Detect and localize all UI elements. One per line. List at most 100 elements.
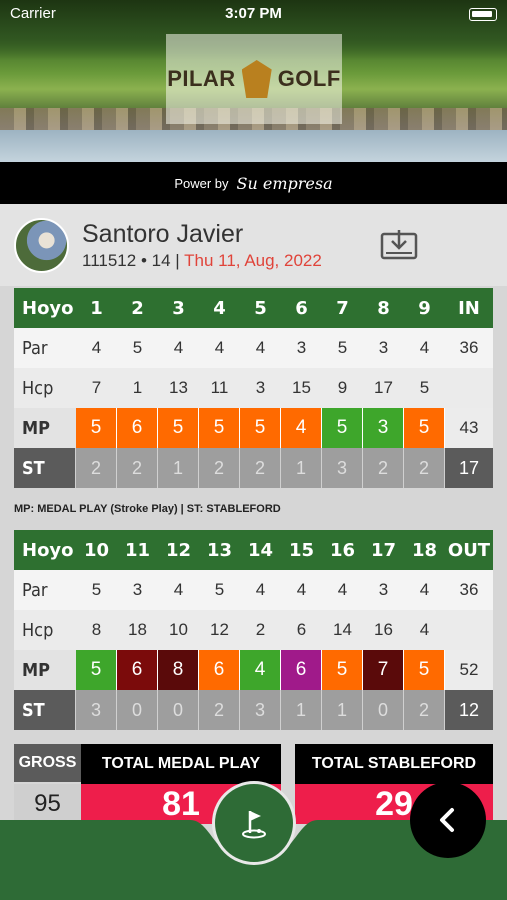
head-hole-cell: 17 bbox=[370, 539, 397, 561]
row-label: Hcp bbox=[22, 377, 54, 399]
total-cell: 36 bbox=[459, 580, 479, 599]
mp-hole-cell: 5 bbox=[76, 650, 117, 690]
player-header: Santoro Javier 111512 • 14 | Thu 11, Aug… bbox=[0, 204, 507, 286]
head-hole-cell: 5 bbox=[254, 297, 267, 319]
mp-hole-cell: 4 bbox=[240, 650, 281, 690]
head-hole-cell: 10 bbox=[83, 539, 110, 561]
par-hole-cell: 3 bbox=[132, 580, 143, 599]
st-hole-cell: 2 bbox=[240, 448, 281, 488]
head-hole-cell: 3 bbox=[172, 297, 185, 319]
total-cell: 17 bbox=[445, 448, 493, 488]
par-hole-cell: 4 bbox=[296, 580, 307, 599]
hcp-hole-cell: 12 bbox=[210, 620, 229, 639]
hcp-hole-cell: 13 bbox=[169, 378, 188, 397]
par-hole-cell: 4 bbox=[419, 338, 430, 357]
hcp-hole-cell: 16 bbox=[374, 620, 393, 639]
avatar bbox=[14, 218, 69, 273]
total-cell: 43 bbox=[445, 408, 493, 448]
total-stableford-label: TOTAL STABLEFORD bbox=[295, 744, 493, 784]
par-row: Par 5 3 4 5 4 4 4 3 4 36 bbox=[14, 570, 493, 610]
total-cell bbox=[445, 610, 493, 650]
st-hole-cell: 3 bbox=[240, 690, 281, 730]
mp-hole-cell: 7 bbox=[363, 650, 404, 690]
par-hole-cell: 3 bbox=[378, 580, 389, 599]
head-hole-cell: 13 bbox=[206, 539, 233, 561]
head-hole-cell: 1 bbox=[90, 297, 103, 319]
par-hole-cell: 3 bbox=[296, 338, 307, 357]
battery-icon bbox=[469, 8, 497, 21]
par-hole-cell: 5 bbox=[132, 338, 143, 357]
par-row: Par 4 5 4 4 4 3 5 3 4 36 bbox=[14, 328, 493, 368]
total-cell: 52 bbox=[445, 650, 493, 690]
par-hole-cell: 4 bbox=[91, 338, 102, 357]
hcp-hole-cell: 5 bbox=[419, 378, 430, 397]
st-hole-cell: 1 bbox=[281, 448, 322, 488]
hcp-hole-cell: 8 bbox=[91, 620, 102, 639]
mp-hole-cell: 5 bbox=[322, 650, 363, 690]
par-hole-cell: 4 bbox=[214, 338, 225, 357]
row-label: MP bbox=[22, 659, 50, 681]
mp-hole-cell: 8 bbox=[158, 650, 199, 690]
lion-emblem-icon bbox=[241, 60, 272, 98]
head-hole-cell: 12 bbox=[165, 539, 192, 561]
golf-course-button[interactable] bbox=[212, 781, 296, 865]
player-name: Santoro Javier bbox=[82, 220, 244, 248]
hcp-hole-cell: 18 bbox=[128, 620, 147, 639]
par-hole-cell: 5 bbox=[91, 580, 102, 599]
row-label: ST bbox=[14, 448, 76, 488]
st-hole-cell: 0 bbox=[158, 690, 199, 730]
banner-water bbox=[0, 130, 507, 162]
hcp-hole-cell: 14 bbox=[333, 620, 352, 639]
par-hole-cell: 4 bbox=[255, 580, 266, 599]
legend-note: MP: MEDAL PLAY (Stroke Play) | ST: STABL… bbox=[14, 503, 281, 515]
total-cell: 36 bbox=[459, 338, 479, 357]
par-hole-cell: 5 bbox=[214, 580, 225, 599]
st-hole-cell: 2 bbox=[404, 448, 445, 488]
par-hole-cell: 4 bbox=[255, 338, 266, 357]
powered-by-strip: Power by Su empresa bbox=[0, 162, 507, 204]
hcp-hole-cell: 17 bbox=[374, 378, 393, 397]
st-hole-cell: 2 bbox=[76, 448, 117, 488]
st-hole-cell: 3 bbox=[76, 690, 117, 730]
st-hole-cell: 2 bbox=[117, 448, 158, 488]
hcp-hole-cell: 7 bbox=[91, 378, 102, 397]
row-label: Par bbox=[22, 579, 48, 601]
power-brand: Su empresa bbox=[236, 173, 333, 193]
hcp-hole-cell: 3 bbox=[255, 378, 266, 397]
club-logo: PILAR GOLF bbox=[166, 34, 342, 124]
st-row: ST 3 0 0 2 3 1 1 0 2 12 bbox=[14, 690, 493, 730]
total-cell bbox=[445, 368, 493, 408]
st-hole-cell: 2 bbox=[363, 448, 404, 488]
download-icon[interactable] bbox=[380, 230, 418, 262]
chevron-left-icon bbox=[440, 808, 454, 832]
total-cell: OUT bbox=[447, 539, 491, 561]
mp-hole-cell: 5 bbox=[199, 408, 240, 448]
power-label: Power by bbox=[174, 175, 229, 191]
mp-hole-cell: 5 bbox=[404, 408, 445, 448]
st-hole-cell: 2 bbox=[199, 448, 240, 488]
head-hole-cell: 15 bbox=[288, 539, 315, 561]
st-hole-cell: 1 bbox=[322, 690, 363, 730]
player-handicap: 14 bbox=[151, 251, 171, 270]
mp-hole-cell: 6 bbox=[281, 650, 322, 690]
par-hole-cell: 4 bbox=[173, 580, 184, 599]
mp-row: MP 5 6 8 6 4 6 5 7 5 52 bbox=[14, 650, 493, 690]
front-nine-table: Hoyo 1 2 3 4 5 6 7 8 9 IN Par 4 5 4 4 4 3 5 3 4 36 Hcp 7 1 13 11… bbox=[14, 288, 493, 488]
table-header-row: Hoyo 10 11 12 13 14 15 16 17 18 OUT bbox=[14, 530, 493, 570]
head-hole-cell: 11 bbox=[124, 539, 151, 561]
table-header-row: Hoyo 1 2 3 4 5 6 7 8 9 IN bbox=[14, 288, 493, 328]
head-hole-cell: 18 bbox=[411, 539, 438, 561]
status-bar: Carrier 3:07 PM bbox=[0, 0, 507, 28]
mp-hole-cell: 5 bbox=[322, 408, 363, 448]
gross-label: GROSS bbox=[14, 744, 81, 782]
back-button[interactable] bbox=[410, 782, 486, 858]
mp-hole-cell: 6 bbox=[199, 650, 240, 690]
st-row: ST 2 2 1 2 2 1 3 2 2 17 bbox=[14, 448, 493, 488]
head-hole-cell: 9 bbox=[418, 297, 431, 319]
par-hole-cell: 4 bbox=[173, 338, 184, 357]
mp-hole-cell: 5 bbox=[240, 408, 281, 448]
head-hole-cell: 16 bbox=[329, 539, 356, 561]
row-label: Hcp bbox=[22, 619, 54, 641]
row-label: Hoyo bbox=[22, 539, 74, 561]
hcp-row: Hcp 8 18 10 12 2 6 14 16 4 bbox=[14, 610, 493, 650]
